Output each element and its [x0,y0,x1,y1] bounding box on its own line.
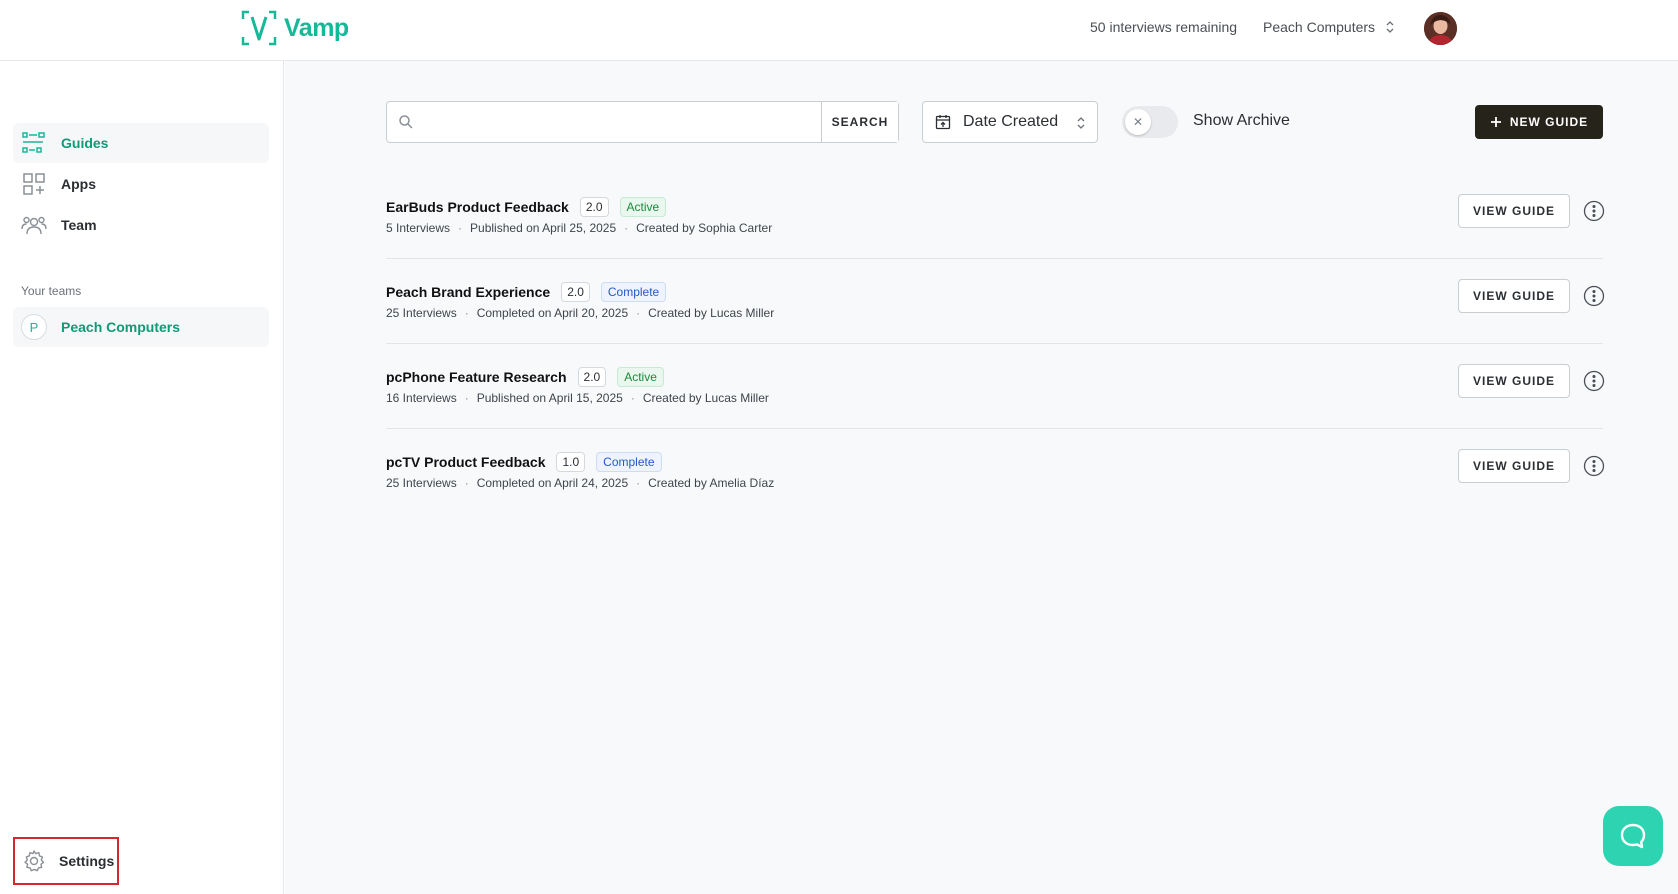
your-teams-heading: Your teams [21,284,82,298]
separator: · [630,391,635,405]
chat-bubble-icon [1620,823,1646,849]
guide-date: Completed on April 20, 2025 [476,306,629,320]
view-guide-button[interactable]: VIEW GUIDE [1458,194,1570,228]
guide-meta: 5 Interviews · Published on April 25, 20… [386,221,772,235]
calendar-icon [935,115,951,130]
separator: · [464,391,469,405]
guide-title[interactable]: EarBuds Product Feedback [386,199,569,215]
guide-title[interactable]: pcPhone Feature Research [386,369,567,385]
sidebar-item-team[interactable]: Team [13,205,269,245]
separator: · [636,476,641,490]
separator: · [458,221,463,235]
user-avatar[interactable] [1424,12,1457,45]
new-guide-button[interactable]: NEW GUIDE [1475,105,1603,139]
chat-support-button[interactable] [1603,806,1663,866]
status-badge: Active [619,197,667,217]
org-name: Peach Computers [1263,19,1376,35]
more-options-icon[interactable] [1583,455,1605,477]
guide-date: Published on April 15, 2025 [476,391,623,405]
org-switcher[interactable]: Peach Computers [1263,19,1395,35]
team-name: Peach Computers [61,319,181,335]
interviews-remaining: 50 interviews remaining [1090,19,1238,35]
sidebar-item-label: Guides [61,135,109,151]
more-options-icon[interactable] [1583,285,1605,307]
status-badge: Complete [596,452,662,472]
search-input[interactable] [387,102,821,142]
sidebar-item-label: Apps [61,176,96,192]
more-options-icon[interactable] [1583,200,1605,222]
guide-row: EarBuds Product Feedback 2.0 Active 5 In… [386,174,1605,259]
sidebar-item-guides[interactable]: Guides [13,123,269,163]
interview-count: 5 Interviews [386,221,451,235]
brand-name: Vamp [284,13,349,42]
status-badge: Complete [600,282,667,302]
separator: · [464,476,469,490]
separator: · [624,221,629,235]
interview-count: 25 Interviews [386,306,457,320]
plus-icon [1490,117,1501,127]
guide-row: Peach Brand Experience 2.0 Complete 25 I… [386,259,1605,344]
interview-count: 16 Interviews [386,391,457,405]
guide-date: Published on April 25, 2025 [470,221,617,235]
search-button[interactable]: SEARCH [821,102,898,142]
show-archive-label: Show Archive [1193,112,1290,129]
status-badge: Active [617,367,664,387]
guide-date: Completed on April 24, 2025 [476,476,629,490]
guide-meta: 16 Interviews · Published on April 15, 2… [386,391,769,405]
more-options-icon[interactable] [1583,370,1605,392]
search-bar: SEARCH [386,101,899,143]
view-guide-button[interactable]: VIEW GUIDE [1458,279,1570,313]
version-badge: 2.0 [577,367,607,387]
guide-creator: Created by Lucas Miller [648,306,775,320]
guide-title[interactable]: Peach Brand Experience [386,284,550,300]
sidebar: Guides Apps Team Your teams P Peach Comp… [0,61,284,894]
team-icon [21,212,47,238]
version-badge: 1.0 [556,452,586,472]
settings-button[interactable]: Settings [13,837,119,885]
settings-label: Settings [59,853,115,869]
guide-creator: Created by Sophia Carter [636,221,773,235]
version-badge: 2.0 [561,282,590,302]
guide-creator: Created by Amelia Díaz [648,476,775,490]
sidebar-item-team-peach-computers[interactable]: P Peach Computers [13,307,269,347]
sort-label: Date Created [963,113,1059,130]
close-icon: ✕ [1125,109,1151,135]
sort-select[interactable]: Date Created [922,101,1098,143]
team-avatar: P [21,314,47,340]
top-header: Vamp 50 interviews remaining Peach Compu… [0,0,1678,61]
search-icon [399,115,413,129]
guide-meta: 25 Interviews · Completed on April 24, 2… [386,476,774,490]
guides-icon [21,130,47,156]
show-archive-toggle[interactable]: ✕ [1122,106,1178,138]
guide-row: pcTV Product Feedback 1.0 Complete 25 In… [386,429,1605,514]
guide-creator: Created by Lucas Miller [642,391,769,405]
guide-title[interactable]: pcTV Product Feedback [386,454,545,470]
search-field [387,102,821,142]
vamp-logo-mark-icon [241,10,277,46]
guide-row: pcPhone Feature Research 2.0 Active 16 I… [386,344,1605,429]
view-guide-button[interactable]: VIEW GUIDE [1458,449,1570,483]
sidebar-item-label: Team [61,217,97,233]
guide-meta: 25 Interviews · Completed on April 20, 2… [386,306,774,320]
view-guide-button[interactable]: VIEW GUIDE [1458,364,1570,398]
new-guide-label: NEW GUIDE [1509,115,1589,129]
separator: · [464,306,469,320]
separator: · [636,306,641,320]
main-content: SEARCH Date Created ✕ Show Archive NEW G… [285,61,1678,894]
updown-chevron-icon [1076,115,1086,131]
vamp-logo[interactable]: Vamp [240,9,349,47]
version-badge: 2.0 [579,197,609,217]
interview-count: 25 Interviews [386,476,457,490]
updown-chevron-icon [1385,19,1395,35]
apps-icon [21,171,47,197]
gear-icon [21,848,47,874]
sidebar-item-apps[interactable]: Apps [13,164,269,204]
